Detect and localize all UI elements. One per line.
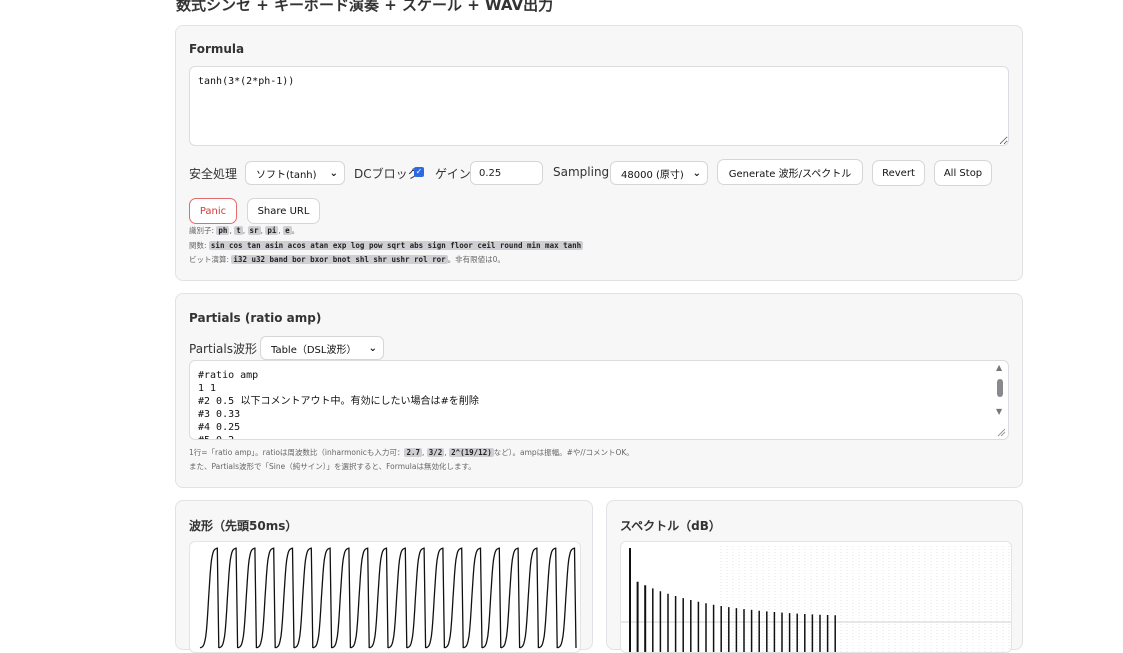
partials-textarea[interactable]: #ratio amp 1 1 #2 0.5 以下コメントアウト中。有効にしたい場合は… [189,360,1009,440]
identifier-chip: ph [216,226,230,235]
formula-title: Formula [189,42,245,56]
vertical-scrollbar[interactable]: ▲ ▼ [995,363,1005,423]
spectrum-canvas [621,546,1011,652]
generate-button[interactable]: Generate 波形/スペクトル [717,159,863,185]
partials-line-code: #4 0.25 [198,422,241,433]
safety-select-value: ソフト(tanh) [256,169,317,181]
functions-prefix: 関数: [189,241,207,250]
identifiers-hint: 識別子: ph, t, sr, pi, e。 [189,226,300,235]
functions-list: sin cos tan asin acos atan exp log pow s… [208,241,584,250]
partials-hint-1: 1行=「ratio amp」。ratioは周波数比（inharmonicも入力可… [189,448,634,457]
safety-select[interactable]: ソフト(tanh) ⌄ [245,161,345,185]
dc-block-checkbox[interactable]: ✓ [414,167,424,177]
partials-hint-1b: など）。ampは振幅。#や//コメントOK。 [493,448,634,457]
partials-line: #4 0.25 [198,421,479,434]
spectrum-card: スペクトル（dB） [606,500,1023,653]
bitops-suffix: 。非有限値は0。 [447,255,505,264]
partials-line-code: 1 1 [198,383,217,394]
share-url-button[interactable]: Share URL [247,198,320,224]
gain-label: ゲイン [435,167,471,181]
resize-grip-icon[interactable] [996,427,1006,437]
partials-line: #5 0.2 [198,434,479,439]
sampling-select-value: 48000 (原寸) [621,169,684,181]
dc-block-label: DCブロック [354,167,420,181]
all-stop-button[interactable]: All Stop [934,160,992,186]
chevron-down-icon: ⌄ [368,342,377,354]
partials-line-comment: 以下コメントアウト中。有効にしたい場合は#を削除 [234,396,479,407]
bitops-list: i32 u32 band bor bxor bnot shl shr ushr … [231,255,448,264]
scroll-up-icon[interactable]: ▲ [996,363,1002,372]
ratio-example-chip: 2^(19/12) [449,448,494,457]
sampling-select[interactable]: 48000 (原寸) ⌄ [610,161,708,185]
waveform-title: 波形（先頭50ms） [189,519,298,533]
partials-wave-select[interactable]: Table（DSL波形） ⌄ [260,336,384,360]
partials-line-code: #2 0.5 [198,396,235,407]
gain-input[interactable]: 0.25 [470,161,543,185]
revert-button[interactable]: Revert [872,160,925,186]
bitops-hint: ビット演算: i32 u32 band bor bxor bnot shl sh… [189,254,505,265]
safety-label: 安全処理 [189,167,238,181]
partials-line-code: #5 0.2 [198,435,234,439]
identifier-chip: t [234,226,243,235]
partials-lines: #ratio amp 1 1 #2 0.5 以下コメントアウト中。有効にしたい場合は… [198,369,479,439]
chevron-down-icon: ⌄ [692,167,701,179]
waveform-plot [189,541,581,653]
partials-line: #3 0.33 [198,408,479,421]
partials-wave-value: Table（DSL波形） [271,344,357,356]
spectrum-plot [620,541,1012,653]
partials-hint-1a: 1行=「ratio amp」。ratioは周波数比（inharmonicも入力可… [189,448,405,457]
partials-title: Partials (ratio amp) [189,311,322,325]
partials-wave-label: Partials波形 [189,342,257,356]
ratio-example-chip: 2.7 [404,448,422,457]
bitops-prefix: ビット演算: [189,255,230,264]
spectrum-title: スペクトル（dB） [620,519,721,533]
formula-input[interactable] [189,66,1009,146]
page-title: 数式シンセ + キーボード演奏 + スケール + WAV出力 [176,0,554,14]
partials-line: #ratio amp [198,369,479,382]
identifiers-suffix: 。 [291,226,300,235]
sampling-label: Sampling [553,165,610,179]
ratio-example-chip: 3/2 [426,448,445,457]
partials-card: Partials (ratio amp) Partials波形 Table（DS… [175,293,1023,488]
functions-hint: 関数: sin cos tan asin acos atan exp log p… [189,240,584,251]
partials-line-code: #3 0.33 [198,409,241,420]
identifiers-prefix: 識別子: [189,226,215,235]
panic-button[interactable]: Panic [189,198,237,224]
chevron-down-icon: ⌄ [329,167,338,179]
identifier-chip: sr [247,226,261,235]
partials-line: 1 1 [198,382,479,395]
waveform-card: 波形（先頭50ms） [175,500,593,653]
identifier-chip: e [283,226,292,235]
scroll-thumb[interactable] [997,379,1003,397]
partials-line-code: #ratio amp [198,370,259,381]
waveform-canvas [199,547,577,649]
partials-line: #2 0.5 以下コメントアウト中。有効にしたい場合は#を削除 [198,395,479,408]
scroll-down-icon[interactable]: ▼ [996,407,1002,416]
identifier-chip: pi [265,226,279,235]
partials-hint-2: また、Partials波形で「Sine（純サイン）」を選択すると、Formula… [189,462,476,471]
formula-card: Formula 安全処理 ソフト(tanh) ⌄ DCブロック ✓ ゲイン 0.… [175,25,1023,281]
waveform-line [199,547,577,649]
